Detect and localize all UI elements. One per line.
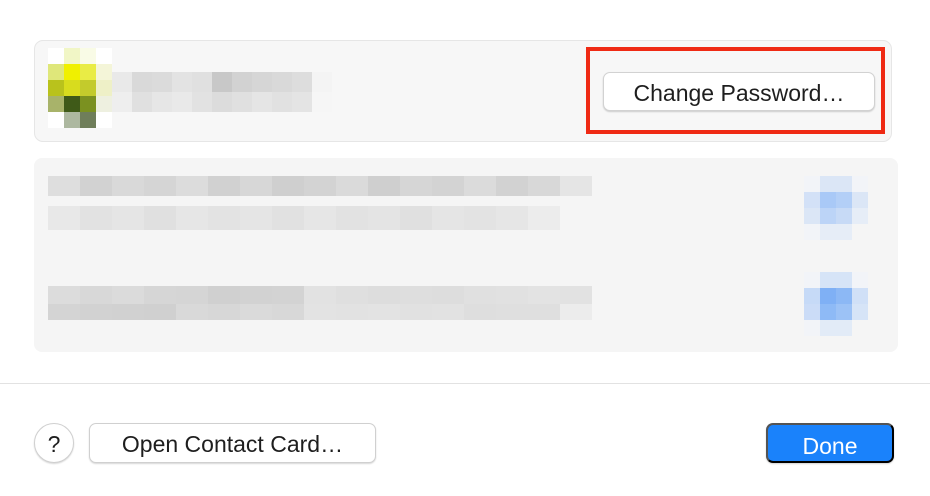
footer-divider — [0, 383, 930, 384]
setting-row-2-label-redacted — [48, 286, 592, 320]
user-avatar — [48, 48, 112, 128]
user-name-redacted — [112, 72, 332, 112]
setting-row-1-toggle-redacted — [804, 176, 868, 240]
settings-list-redacted — [34, 158, 898, 352]
change-password-button[interactable]: Change Password… — [603, 72, 875, 111]
setting-row-1-label-redacted — [48, 176, 592, 196]
account-details-sheet: Change Password… ? Open Contact Card… Do… — [0, 0, 930, 496]
open-contact-card-button[interactable]: Open Contact Card… — [89, 423, 376, 463]
done-button[interactable]: Done — [766, 423, 894, 463]
help-button[interactable]: ? — [34, 423, 74, 463]
setting-row-1-sub-redacted — [48, 206, 560, 230]
setting-row-2-toggle-redacted — [804, 272, 868, 336]
